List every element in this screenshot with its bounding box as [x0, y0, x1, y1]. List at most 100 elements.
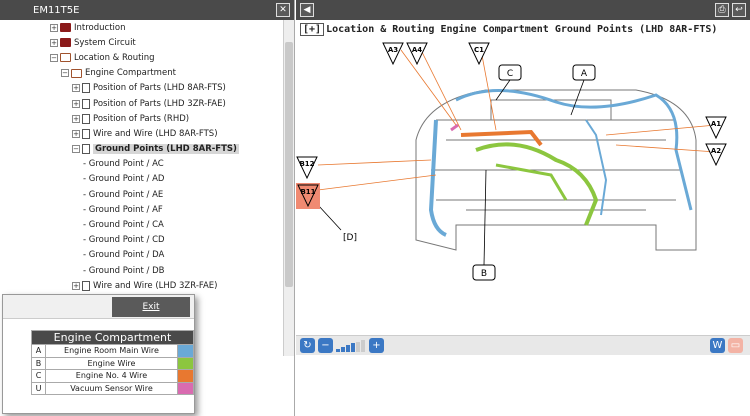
connector-a4[interactable]: A4 [406, 42, 428, 66]
legend-row: C Engine No. 4 Wire [31, 369, 194, 383]
collapse-icon[interactable]: − [72, 145, 80, 154]
expand-icon[interactable]: + [72, 84, 80, 93]
book-icon [60, 23, 71, 33]
wire-view-button[interactable]: W [710, 338, 725, 353]
collapse-icon[interactable]: − [50, 53, 58, 62]
tree-item-label: - Ground Point / DA [83, 250, 165, 261]
svg-text:A2: A2 [711, 147, 721, 155]
book-icon [60, 38, 71, 48]
reset-view-button[interactable]: ↻ [300, 338, 315, 353]
expand-icon[interactable]: + [72, 281, 80, 290]
legend-popup: Exit Engine Compartment A Engine Room Mai… [2, 294, 195, 414]
wire-u [450, 123, 459, 132]
tree-item[interactable]: + Introduction [0, 20, 283, 35]
legend-wire-name: Engine No. 4 Wire [45, 369, 178, 383]
collapse-icon[interactable]: − [61, 69, 69, 78]
expand-icon[interactable]: + [72, 114, 80, 123]
connector-c1[interactable]: C1 [468, 42, 490, 66]
engine-diagram: A3 A4 C1 A1 A2 B12 B11 C A B [D] [296, 42, 727, 281]
svg-text:A1: A1 [711, 120, 721, 128]
document-icon [82, 280, 90, 291]
connector-a2[interactable]: A2 [705, 143, 727, 167]
wire-a-left [428, 119, 447, 237]
collapse-nav-button[interactable]: ◀ [300, 3, 314, 17]
tree-item-label: Position of Parts (LHD 8AR-FTS) [93, 83, 226, 94]
document-icon [82, 113, 90, 124]
tree-item[interactable]: - Ground Point / AE [0, 187, 283, 202]
exit-button[interactable]: Exit [112, 297, 190, 317]
connector-a3[interactable]: A3 [382, 42, 404, 66]
tree-item-label: - Ground Point / AF [83, 204, 163, 215]
svg-text:C: C [507, 69, 513, 79]
popup-top-bar: Exit [3, 295, 194, 319]
tree-item-label: Wire and Wire (LHD 3ZR-FAE) [93, 280, 218, 291]
zoom-in-button[interactable]: + [369, 338, 384, 353]
tree-item-label: Engine Compartment [85, 68, 176, 79]
tree-scrollbar[interactable] [283, 20, 294, 356]
open-book-icon [71, 68, 82, 78]
tree-item[interactable]: - Ground Point / CD [0, 233, 283, 248]
tree-item[interactable]: - Ground Point / DA [0, 248, 283, 263]
tree-item[interactable]: - Ground Point / AF [0, 202, 283, 217]
legend-color-swatch [177, 369, 194, 383]
arrow-left-icon: ◀ [303, 5, 311, 15]
svg-text:B12: B12 [299, 160, 314, 168]
tree-item[interactable]: + Position of Parts (LHD 8AR-FTS) [0, 81, 283, 96]
legend-color-swatch [177, 356, 194, 370]
tree-item[interactable]: + Position of Parts (LHD 3ZR-FAE) [0, 96, 283, 111]
legend-wire-name: Engine Room Main Wire [45, 344, 178, 358]
legend-wire-name: Engine Wire [45, 356, 178, 370]
wire-b [475, 142, 599, 226]
legend-row: B Engine Wire [31, 356, 194, 370]
tree-item[interactable]: - Ground Point / CA [0, 217, 283, 232]
connector-a1[interactable]: A1 [705, 116, 727, 140]
tree-item-label: - Ground Point / AC [83, 159, 164, 170]
tree-item-label: - Ground Point / AD [83, 174, 165, 185]
print-button[interactable]: ⎙ [715, 3, 729, 17]
expand-icon[interactable]: + [72, 129, 80, 138]
expand-toggle[interactable]: [+] [300, 23, 325, 36]
tree-item[interactable]: + System Circuit [0, 35, 283, 50]
comment-button[interactable]: ▭ [728, 338, 743, 353]
return-button[interactable]: ↩ [732, 3, 746, 17]
tree-item[interactable]: − Engine Compartment [0, 66, 283, 81]
zoom-out-button[interactable]: − [318, 338, 333, 353]
document-icon [82, 128, 90, 139]
tree-item[interactable]: + Wire and Wire (LHD 3ZR-FAE) [0, 278, 283, 293]
zoom-level-indicator[interactable] [336, 339, 366, 352]
tree-item[interactable]: + Position of Parts (RHD) [0, 111, 283, 126]
tree-item[interactable]: − Location & Routing [0, 50, 283, 65]
legend-wire-name: Vacuum Sensor Wire [45, 381, 178, 395]
document-icon [82, 98, 90, 109]
callout-b[interactable]: B [472, 264, 496, 281]
return-icon: ↩ [735, 5, 743, 15]
svg-text:A3: A3 [388, 46, 398, 54]
diagram-title-text: Location & Routing Engine Compartment Gr… [326, 24, 718, 35]
svg-text:A4: A4 [412, 46, 422, 54]
tree-item-label: System Circuit [74, 37, 136, 48]
tree-item[interactable]: - Ground Point / AC [0, 157, 283, 172]
tree-item-label: Position of Parts (RHD) [93, 113, 190, 124]
svg-text:A: A [581, 69, 588, 79]
legend-row: A Engine Room Main Wire [31, 344, 194, 358]
tree-item[interactable]: - Ground Point / AD [0, 172, 283, 187]
expand-icon[interactable]: + [50, 38, 58, 47]
tree-item[interactable]: + Wire and Wire (LHD 8AR-FTS) [0, 126, 283, 141]
tree-item[interactable]: − Ground Points (LHD 8AR-FTS) [0, 142, 283, 157]
connector-b12[interactable]: B12 [296, 156, 318, 180]
zoom-out-icon: − [321, 340, 330, 351]
svg-text:B: B [481, 269, 487, 279]
scroll-thumb[interactable] [285, 42, 293, 287]
document-icon [82, 83, 90, 94]
expand-icon[interactable]: + [72, 99, 80, 108]
callout-a[interactable]: A [572, 64, 596, 81]
w-label: W [712, 340, 723, 351]
svg-text:B11: B11 [300, 188, 315, 196]
tree-item-label: Position of Parts (LHD 3ZR-FAE) [93, 98, 226, 109]
close-button[interactable]: ✕ [276, 3, 290, 17]
callout-d: [D] [343, 233, 357, 243]
tree-item[interactable]: - Ground Point / DB [0, 263, 283, 278]
callout-c[interactable]: C [498, 64, 522, 81]
connector-b11[interactable]: B11 [296, 183, 320, 209]
expand-icon[interactable]: + [50, 23, 58, 32]
